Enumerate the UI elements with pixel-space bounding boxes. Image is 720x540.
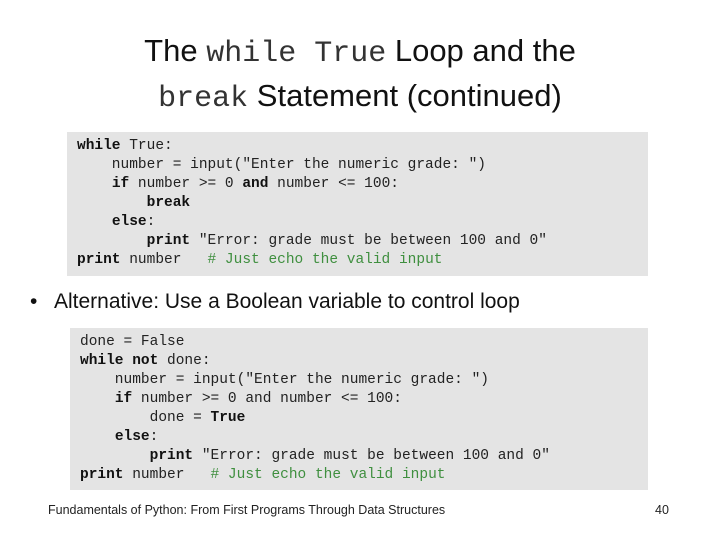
code-keyword: while <box>77 138 121 154</box>
code-keyword: True <box>210 410 246 426</box>
code-keyword: and <box>242 176 269 192</box>
code-keyword: while <box>80 353 124 369</box>
code-text: number = input("Enter the numeric grade:… <box>80 372 489 388</box>
code-text: done = False <box>80 334 185 350</box>
title-code-while-true: while True <box>206 37 387 71</box>
code-text: number >= 0 <box>129 176 243 192</box>
code-comment: # Just echo the valid input <box>210 467 446 483</box>
code-text: done: <box>158 353 211 369</box>
code-keyword: not <box>132 353 159 369</box>
code-text: : <box>146 214 156 230</box>
code-line: number = input("Enter the numeric grade:… <box>77 156 486 175</box>
footer-book-title: Fundamentals of Python: From First Progr… <box>48 503 446 517</box>
code-keyword: print <box>146 233 191 249</box>
code-comment: # Just echo the valid input <box>207 252 443 268</box>
code-text: done = <box>80 410 211 426</box>
slide-title: The while True Loop and the break Statem… <box>0 30 720 120</box>
title-text: The <box>144 33 207 68</box>
slide-title-line-2: break Statement (continued) <box>0 75 720 120</box>
bullet-item: • Alternative: Use a Boolean variable to … <box>30 290 520 314</box>
code-line: done = True <box>80 409 246 428</box>
code-keyword: print <box>80 467 124 483</box>
code-line: break <box>77 194 191 213</box>
title-code-break: break <box>158 82 249 116</box>
code-text: "Error: grade must be between 100 and 0" <box>193 448 550 464</box>
title-text: Statement (continued) <box>248 78 562 113</box>
code-text: True: <box>120 138 173 154</box>
code-line: while True: <box>77 137 173 156</box>
code-text: number <box>120 252 208 268</box>
code-line: print "Error: grade must be between 100 … <box>77 232 547 251</box>
code-block-boolean-flag: done = False while not done: number = inp… <box>70 328 648 490</box>
code-text: : <box>149 429 159 445</box>
code-text: "Error: grade must be between 100 and 0" <box>190 233 547 249</box>
code-line: while not done: <box>80 352 211 371</box>
code-line: if number >= 0 and number <= 100: <box>77 175 399 194</box>
code-text: number <box>123 467 211 483</box>
code-keyword: print <box>77 252 121 268</box>
code-keyword: if <box>114 391 133 407</box>
code-line: else: <box>77 213 156 232</box>
page-number: 40 <box>655 503 669 517</box>
slide-title-line-1: The while True Loop and the <box>0 30 720 75</box>
code-keyword: else <box>114 429 150 445</box>
code-text: number <= 100: <box>268 176 399 192</box>
bullet-text: Alternative: Use a Boolean variable to c… <box>54 290 520 313</box>
title-text: Loop and the <box>386 33 576 68</box>
code-block-while-true: while True: number = input("Enter the nu… <box>67 132 648 276</box>
code-line: print number # Just echo the valid input <box>77 251 442 270</box>
code-keyword: break <box>146 195 191 211</box>
code-line: number = input("Enter the numeric grade:… <box>80 371 489 390</box>
code-keyword: if <box>111 176 130 192</box>
code-line: print "Error: grade must be between 100 … <box>80 447 550 466</box>
code-text: number >= 0 and number <= 100: <box>132 391 402 407</box>
code-keyword: else <box>111 214 147 230</box>
code-line: if number >= 0 and number <= 100: <box>80 390 402 409</box>
code-line: done = False <box>80 333 184 352</box>
code-line: print number # Just echo the valid input <box>80 466 445 485</box>
code-text: number = input("Enter the numeric grade:… <box>77 157 486 173</box>
code-line: else: <box>80 428 159 447</box>
bullet-icon: • <box>30 290 38 313</box>
code-keyword: print <box>149 448 194 464</box>
